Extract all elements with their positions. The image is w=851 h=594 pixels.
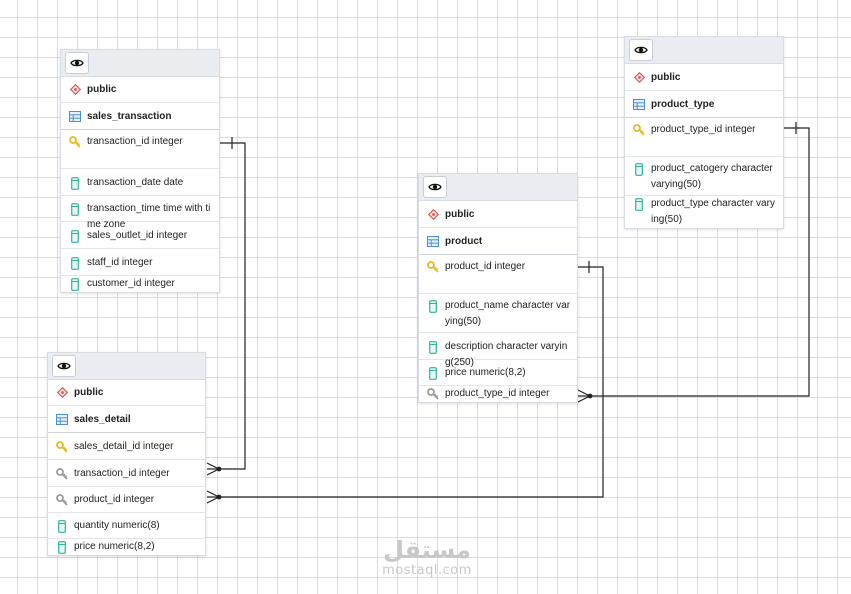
column-row[interactable]: product_type_id integer <box>625 118 783 157</box>
foreign-key-icon <box>56 468 68 480</box>
column-row-label: staff_id integer <box>87 257 153 268</box>
schema-label-label: public <box>87 84 117 95</box>
foreign-key-icon <box>56 494 68 506</box>
schema-diamond-icon <box>56 387 68 398</box>
schema-diamond-icon <box>633 72 645 83</box>
table-node-sales-transaction[interactable]: public sales_transaction transaction_id in… <box>60 49 220 293</box>
column-row-label: quantity numeric(8) <box>74 520 160 531</box>
schema-diamond-icon <box>69 84 81 95</box>
primary-key-icon <box>427 261 439 273</box>
column-row[interactable]: product_id integer <box>48 487 205 513</box>
schema-diamond-icon <box>427 209 439 220</box>
column-row[interactable]: staff_id integer <box>61 249 219 276</box>
column-row-label: transaction_id integer <box>74 468 170 479</box>
column-row[interactable]: price numeric(8,2) <box>48 539 205 555</box>
column-row-label: transaction_date date <box>87 177 184 188</box>
watermark: مستقل mostaql.com <box>372 536 482 578</box>
column-icon <box>69 230 81 243</box>
column-row-label: sales_outlet_id integer <box>87 230 188 241</box>
column-row-label: product_id integer <box>74 494 155 505</box>
eye-icon[interactable] <box>423 176 447 198</box>
eye-icon[interactable] <box>629 39 653 61</box>
column-row-label: product_type_id integer <box>651 124 756 135</box>
table-header <box>61 50 219 77</box>
column-row[interactable]: transaction_time time with time zone <box>61 196 219 230</box>
column-icon <box>427 300 439 313</box>
column-icon <box>69 203 81 216</box>
column-row[interactable]: transaction_id integer <box>48 460 205 487</box>
table-name-label: product <box>445 236 483 247</box>
column-icon <box>56 541 68 554</box>
column-row-label: product_type_id integer <box>445 388 550 399</box>
watermark-logo: مستقل <box>383 536 471 564</box>
column-row-label: price numeric(8,2) <box>445 367 526 378</box>
column-row[interactable]: description character varying(250) <box>419 333 577 368</box>
column-row[interactable]: sales_detail_id integer <box>48 433 205 460</box>
schema-label-label: public <box>445 209 475 220</box>
table-name[interactable]: sales_detail <box>48 406 205 433</box>
column-icon <box>56 520 68 533</box>
schema-label-label: public <box>651 72 681 83</box>
column-icon <box>427 367 439 380</box>
schema-label[interactable]: public <box>625 64 783 91</box>
schema-label[interactable]: public <box>61 77 219 103</box>
table-name[interactable]: product_type <box>625 91 783 118</box>
column-row-label: customer_id integer <box>87 278 175 289</box>
watermark-text: mostaql.com <box>382 563 472 578</box>
column-row[interactable]: transaction_date date <box>61 169 219 196</box>
table-name-label: product_type <box>651 99 715 110</box>
column-row-label: sales_detail_id integer <box>74 441 174 452</box>
primary-key-icon <box>633 124 645 136</box>
many-marker <box>577 389 591 397</box>
table-node-product[interactable]: public product product_id integer product_n… <box>418 173 578 403</box>
column-row-label: price numeric(8,2) <box>74 541 155 552</box>
table-node-sales-detail[interactable]: public sales_detail sales_detail_id intege… <box>47 352 206 556</box>
column-icon <box>69 177 81 190</box>
table-grid-icon <box>633 99 645 110</box>
foreign-key-icon <box>427 388 439 400</box>
column-row[interactable]: customer_id integer <box>61 276 219 292</box>
column-row[interactable]: product_catogery character varying(50) <box>625 157 783 196</box>
table-grid-icon <box>56 414 68 425</box>
many-marker <box>206 490 220 498</box>
primary-key-icon <box>69 136 81 148</box>
table-grid-icon <box>427 236 439 247</box>
table-header <box>419 174 577 201</box>
table-name[interactable]: product <box>419 228 577 255</box>
column-row-label: product_catogery character varying(50) <box>651 163 773 190</box>
table-name[interactable]: sales_transaction <box>61 103 219 130</box>
schema-label-label: public <box>74 387 104 398</box>
column-row-label: product_type character varying(50) <box>651 198 775 225</box>
eye-icon[interactable] <box>65 52 89 74</box>
schema-label[interactable]: public <box>419 201 577 228</box>
column-row-label: transaction_id integer <box>87 136 183 147</box>
eye-icon[interactable] <box>52 355 76 377</box>
column-row[interactable]: product_name character varying(50) <box>419 294 577 333</box>
column-row[interactable]: quantity numeric(8) <box>48 513 205 539</box>
column-row-label: product_id integer <box>445 261 526 272</box>
table-header <box>625 37 783 64</box>
table-header <box>48 353 205 380</box>
column-row[interactable]: product_id integer <box>419 255 577 294</box>
table-name-label: sales_transaction <box>87 111 172 122</box>
many-marker <box>206 462 220 470</box>
table-name-label: sales_detail <box>74 414 131 425</box>
column-icon <box>69 278 81 291</box>
column-icon <box>633 163 645 176</box>
column-row[interactable]: product_type_id integer <box>419 386 577 402</box>
column-row[interactable]: transaction_id integer <box>61 130 219 169</box>
table-node-product-type[interactable]: public product_type product_type_id intege… <box>624 36 784 229</box>
column-icon <box>633 198 645 211</box>
schema-label[interactable]: public <box>48 380 205 406</box>
column-icon <box>69 257 81 270</box>
column-row-label: product_name character varying(50) <box>445 300 571 327</box>
column-row[interactable]: product_type character varying(50) <box>625 196 783 228</box>
column-icon <box>427 341 439 354</box>
primary-key-icon <box>56 441 68 453</box>
table-grid-icon <box>69 111 81 122</box>
